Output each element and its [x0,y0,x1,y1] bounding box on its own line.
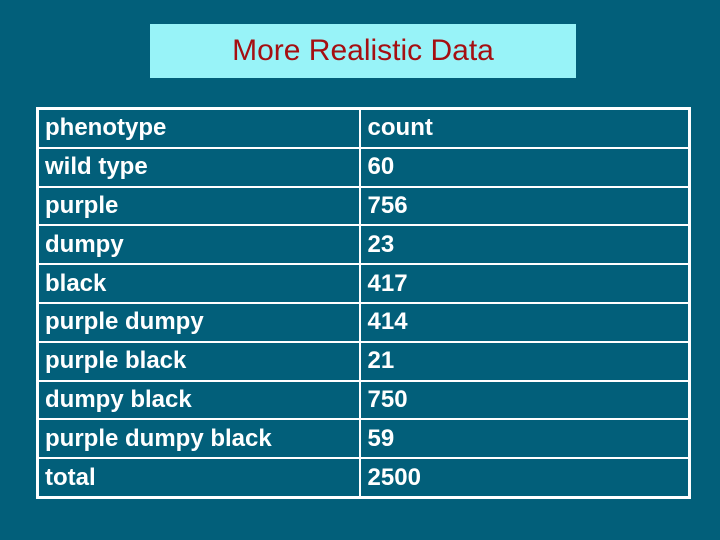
count-cell: 750 [358,379,691,421]
slide-title: More Realistic Data [232,34,494,67]
table-row: purple dumpy 414 [36,301,691,343]
count-cell: 756 [358,185,691,227]
table-total-row: total 2500 [36,457,691,499]
table-row: wild type 60 [36,146,691,188]
phenotype-cell: black [36,263,361,304]
table-header-row: phenotype count [36,107,691,149]
slide-title-box: More Realistic Data [150,24,576,78]
phenotype-cell: wild type [36,146,361,188]
table-row: black 417 [36,263,691,304]
count-cell: 414 [358,301,691,343]
header-phenotype: phenotype [36,107,361,149]
table-row: purple black 21 [36,340,691,382]
total-count-cell: 2500 [358,457,691,499]
header-count: count [358,107,691,149]
total-label-cell: total [36,457,361,499]
table-row: dumpy black 750 [36,379,691,421]
count-cell: 59 [358,418,691,460]
phenotype-count-table: phenotype count wild type 60 purple 756 … [36,107,691,499]
phenotype-cell: dumpy [36,224,361,266]
count-cell: 21 [358,340,691,382]
phenotype-cell: dumpy black [36,379,361,421]
phenotype-cell: purple dumpy [36,301,361,343]
phenotype-cell: purple dumpy black [36,418,361,460]
phenotype-cell: purple black [36,340,361,382]
table-row: purple 756 [36,185,691,227]
table-row: purple dumpy black 59 [36,418,691,460]
count-cell: 60 [358,146,691,188]
phenotype-cell: purple [36,185,361,227]
count-cell: 23 [358,224,691,266]
table-row: dumpy 23 [36,224,691,266]
count-cell: 417 [358,263,691,304]
